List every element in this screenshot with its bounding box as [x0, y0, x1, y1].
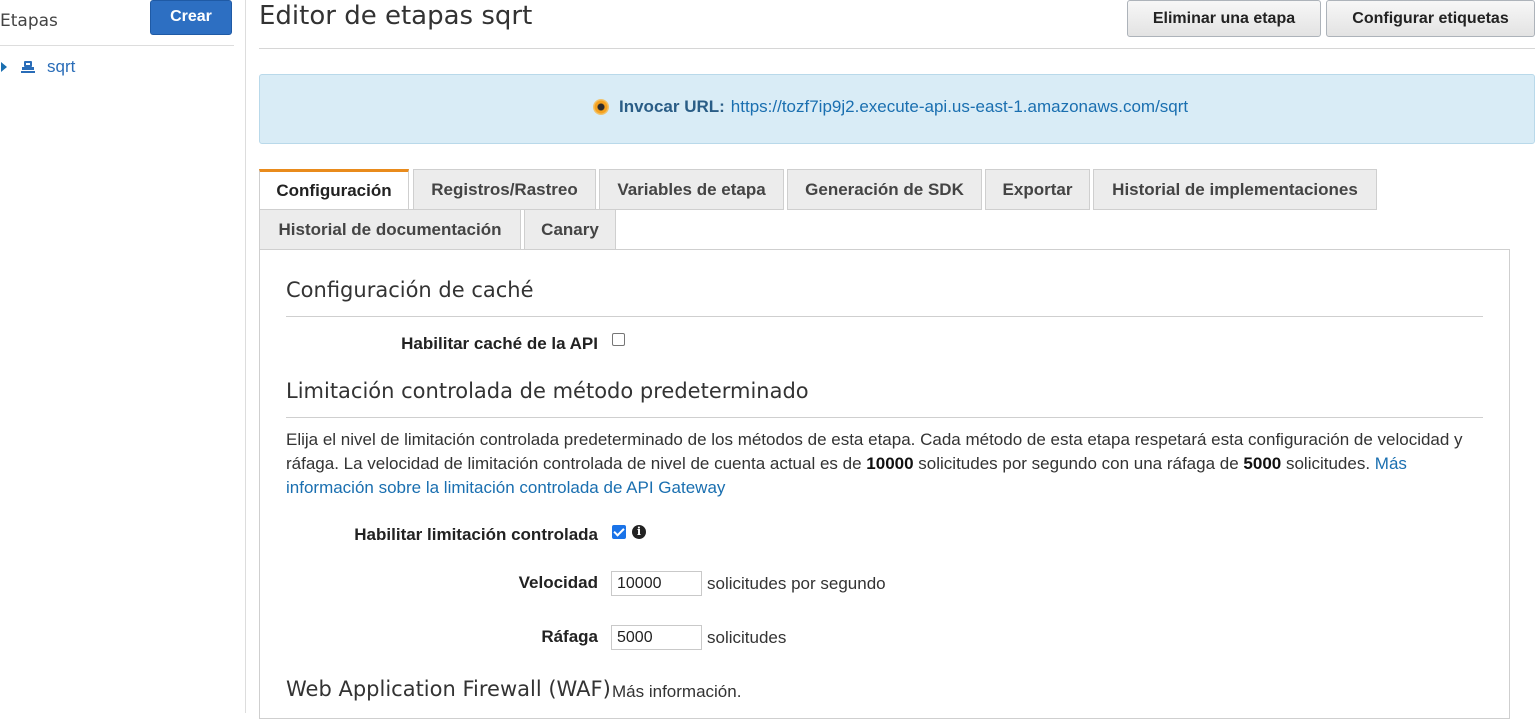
tab-generacion-sdk[interactable]: Generación de SDK: [787, 169, 982, 210]
sidebar-title: Etapas: [0, 11, 58, 31]
tree-item-sqrt[interactable]: sqrt: [0, 55, 75, 79]
desc-account-rate: 10000: [866, 454, 914, 473]
enable-throttling-checkbox[interactable]: [612, 525, 626, 539]
page-title: Editor de etapas sqrt: [259, 1, 533, 31]
tab-variables-etapa[interactable]: Variables de etapa: [599, 169, 784, 210]
invoke-url-label: Invocar URL:: [619, 97, 725, 116]
configure-tags-button[interactable]: Configurar etiquetas: [1326, 0, 1535, 37]
info-icon[interactable]: i: [632, 525, 646, 539]
sidebar-header: Etapas Crear: [0, 0, 234, 46]
delete-stage-button[interactable]: Eliminar una etapa: [1127, 0, 1321, 37]
status-dot-icon: [593, 99, 609, 115]
cache-section-divider: [286, 316, 1483, 317]
tab-exportar[interactable]: Exportar: [985, 169, 1090, 210]
invoke-url-link[interactable]: https://tozf7ip9j2.execute-api.us-east-1…: [731, 97, 1188, 117]
expand-caret-icon[interactable]: [1, 62, 7, 72]
tab-historial-implementaciones[interactable]: Historial de implementaciones: [1093, 169, 1377, 210]
enable-throttling-label: Habilitar limitación controlada: [354, 525, 598, 544]
tab-canary[interactable]: Canary: [524, 209, 616, 250]
waf-section-title: Web Application Firewall (WAF): [286, 677, 611, 701]
throttling-description: Elija el nivel de limitación controlada …: [286, 428, 1486, 500]
header-divider: [259, 48, 1535, 49]
desc-text-2: solicitudes por segundo con una ráfaga d…: [913, 454, 1244, 473]
desc-text-3: solicitudes.: [1281, 454, 1375, 473]
cache-section-title: Configuración de caché: [286, 278, 534, 302]
enable-cache-checkbox[interactable]: [612, 333, 625, 346]
rate-label: Velocidad: [518, 573, 598, 592]
burst-input[interactable]: [611, 625, 702, 650]
create-button[interactable]: Crear: [150, 0, 232, 35]
tab-configuracion[interactable]: Configuración: [259, 169, 409, 211]
rate-input[interactable]: [611, 571, 702, 596]
tab-registros-rastreo[interactable]: Registros/Rastreo: [413, 169, 596, 210]
burst-label: Ráfaga: [541, 627, 598, 646]
stages-sidebar: Etapas Crear sqrt: [0, 0, 246, 713]
rate-unit: solicitudes por segundo: [707, 574, 886, 593]
throttling-section-divider: [286, 417, 1483, 418]
tab-historial-documentacion[interactable]: Historial de documentación: [259, 209, 521, 250]
invoke-url-banner: Invocar URL: https://tozf7ip9j2.execute-…: [259, 74, 1535, 144]
burst-unit: solicitudes: [707, 628, 787, 647]
enable-cache-label: Habilitar caché de la API: [401, 334, 598, 353]
tree-item-label[interactable]: sqrt: [47, 57, 75, 77]
throttling-section-title: Limitación controlada de método predeter…: [286, 379, 809, 403]
stage-icon: [19, 58, 37, 76]
waf-learn-more-link[interactable]: Más información.: [612, 682, 741, 702]
desc-account-burst: 5000: [1243, 454, 1282, 473]
